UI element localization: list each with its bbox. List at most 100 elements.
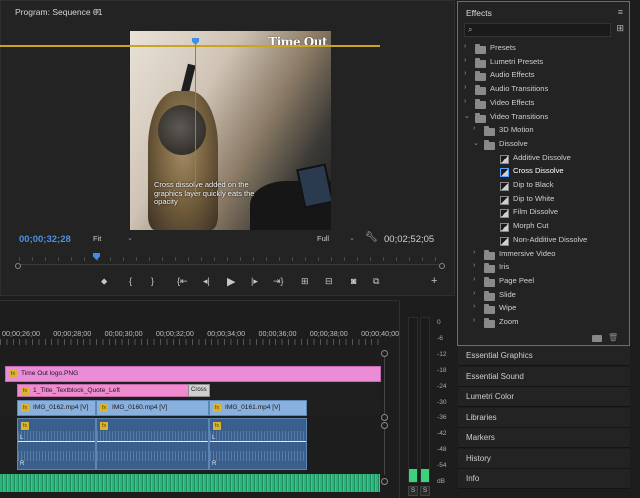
chevron-right-icon[interactable]: › bbox=[464, 57, 466, 64]
tree-item-label: Dissolve bbox=[499, 138, 528, 148]
timeline-ruler[interactable]: 00;00;26;00 00;00;28;00 00;00;30;00 00;00;3… bbox=[0, 323, 399, 345]
chevron-down-icon[interactable]: ⌄ bbox=[473, 139, 479, 147]
ruler-timecode-label: 00;00;38;00 bbox=[309, 329, 348, 338]
chevron-right-icon[interactable]: › bbox=[473, 303, 475, 310]
folder-icon bbox=[475, 98, 486, 109]
resolution-dropdown[interactable]: Full ⌄ bbox=[317, 234, 355, 245]
chevron-right-icon[interactable]: › bbox=[464, 98, 466, 105]
waveform bbox=[18, 451, 95, 461]
play-icon[interactable]: ▶ bbox=[227, 275, 235, 288]
step-forward-icon[interactable]: |▸ bbox=[251, 276, 258, 287]
go-to-in-icon[interactable]: {⇤ bbox=[177, 276, 188, 287]
chevron-right-icon[interactable]: › bbox=[464, 43, 466, 50]
chevron-right-icon[interactable]: › bbox=[473, 290, 475, 297]
effects-tree-item[interactable]: › 3D Motion bbox=[458, 125, 628, 138]
fx-badge: fx bbox=[21, 387, 29, 395]
effects-tree-item[interactable]: Dip to Black bbox=[458, 180, 628, 193]
effects-tree-item[interactable]: Non-Additive Dissolve bbox=[458, 235, 628, 248]
video-clip-2[interactable]: fx IMG_0160.mp4 [V] bbox=[96, 400, 209, 416]
effects-tree-item[interactable]: › Video Effects bbox=[458, 98, 628, 111]
effects-tree-item[interactable]: ⌄ Video Transitions bbox=[458, 112, 628, 125]
side-panel-tab[interactable]: Info bbox=[458, 469, 630, 489]
music-audio-track[interactable] bbox=[0, 474, 380, 492]
effects-tree-item[interactable]: Dip to White bbox=[458, 194, 628, 207]
side-panel-tab[interactable]: Essential Sound bbox=[458, 366, 630, 387]
comparison-view-icon[interactable]: ⧉ bbox=[373, 276, 379, 287]
chevron-right-icon[interactable]: › bbox=[473, 125, 475, 132]
folder-icon bbox=[475, 57, 486, 68]
audio-clip-3[interactable]: fx L R bbox=[209, 418, 307, 470]
chevron-right-icon[interactable]: › bbox=[473, 262, 475, 269]
effects-panel-title[interactable]: Effects bbox=[466, 8, 492, 18]
go-to-out-icon[interactable]: ⇥} bbox=[273, 276, 284, 287]
audio-clip-1[interactable]: fx L R bbox=[17, 418, 96, 470]
side-panel-tab[interactable]: Libraries bbox=[458, 407, 630, 428]
zoom-handle-right[interactable] bbox=[439, 263, 445, 269]
chevron-right-icon[interactable]: › bbox=[464, 70, 466, 77]
effects-tree-item[interactable]: › Iris bbox=[458, 262, 628, 275]
scroll-handle-mid[interactable] bbox=[381, 414, 388, 421]
effects-tree-item[interactable]: › Lumetri Presets bbox=[458, 57, 628, 70]
cross-dissolve-transition[interactable]: Cross bbox=[188, 384, 210, 397]
fit-dropdown[interactable]: Fit ⌄ bbox=[93, 234, 133, 245]
effects-tree-item[interactable]: Additive Dissolve bbox=[458, 153, 628, 166]
meter-scale-label: -48 bbox=[437, 446, 447, 454]
chevron-right-icon[interactable]: › bbox=[464, 84, 466, 91]
side-panel-tab[interactable]: History bbox=[458, 448, 630, 469]
solo-left-button[interactable]: S bbox=[408, 486, 418, 496]
audio-clip-2[interactable]: fx bbox=[96, 418, 209, 470]
extract-icon[interactable]: ⊟ bbox=[325, 276, 333, 287]
meter-scale-label: -6 bbox=[437, 334, 443, 342]
chevron-right-icon[interactable]: › bbox=[473, 317, 475, 324]
scroll-handle-bottom[interactable] bbox=[381, 478, 388, 485]
effects-search-input[interactable]: ⌕ bbox=[464, 23, 611, 37]
lift-icon[interactable]: ⊞ bbox=[301, 276, 309, 287]
export-frame-icon[interactable]: ◙ bbox=[351, 276, 356, 286]
logo-clip[interactable]: fx Time Out logo.PNG bbox=[5, 366, 381, 382]
current-timecode[interactable]: 00;00;32;28 bbox=[19, 234, 71, 245]
step-back-icon[interactable]: ◂| bbox=[203, 276, 210, 287]
transition-effect-icon bbox=[500, 223, 509, 233]
zoom-handle-left[interactable] bbox=[15, 263, 21, 269]
side-panel-tab[interactable]: Markers bbox=[458, 428, 630, 448]
effects-tree-item[interactable]: Cross Dissolve bbox=[458, 166, 628, 179]
add-button-icon[interactable]: + bbox=[431, 275, 437, 287]
hamburger-menu-icon[interactable]: ≡ bbox=[94, 6, 99, 16]
chevron-right-icon[interactable]: › bbox=[473, 276, 475, 283]
audio-track-scrollbar[interactable] bbox=[384, 425, 385, 475]
effects-tree-item[interactable]: Film Dissolve bbox=[458, 207, 628, 220]
solo-right-button[interactable]: S bbox=[420, 486, 430, 496]
effects-tree-item[interactable]: Morph Cut bbox=[458, 221, 628, 234]
chevron-down-icon[interactable]: ⌄ bbox=[464, 112, 470, 120]
program-monitor-title[interactable]: Program: Sequence 01 bbox=[15, 7, 102, 17]
new-custom-bin-icon[interactable]: ⊞ bbox=[616, 23, 624, 34]
side-panel-tab[interactable]: Lumetri Color bbox=[458, 387, 630, 407]
video-track-scrollbar[interactable] bbox=[384, 356, 385, 416]
effects-tree-item[interactable]: ⌄ Dissolve bbox=[458, 139, 628, 152]
hamburger-menu-icon[interactable]: ≡ bbox=[618, 7, 623, 17]
chevron-right-icon[interactable]: › bbox=[473, 249, 475, 256]
effects-tree-item[interactable]: › Wipe bbox=[458, 303, 628, 316]
ruler-timecode-label: 00;00;28;00 bbox=[53, 329, 92, 338]
trash-icon[interactable]: 🗑︎ bbox=[608, 333, 618, 342]
wrench-icon[interactable]: 🔧︎ bbox=[365, 232, 378, 243]
effects-tree-item[interactable]: › Audio Effects bbox=[458, 70, 628, 83]
video-clip-3[interactable]: fx IMG_0161.mp4 [V] bbox=[209, 400, 307, 416]
scroll-handle-top[interactable] bbox=[381, 350, 388, 357]
video-clip-1[interactable]: fx IMG_0162.mp4 [V] bbox=[17, 400, 96, 416]
mark-in-icon[interactable]: { bbox=[129, 276, 132, 286]
new-folder-icon[interactable] bbox=[592, 335, 602, 342]
effects-tree-item[interactable]: › Page Peel bbox=[458, 276, 628, 289]
title-clip[interactable]: fx 1_Title_Textblock_Quote_Left bbox=[17, 384, 189, 397]
effects-tree-item[interactable]: › Immersive Video bbox=[458, 249, 628, 262]
scroll-handle-audio-top[interactable] bbox=[381, 422, 388, 429]
side-panel-tab[interactable]: Essential Graphics bbox=[458, 346, 630, 366]
effects-tree-item[interactable]: › Presets bbox=[458, 43, 628, 56]
effects-tree-item[interactable]: › Slide bbox=[458, 290, 628, 303]
effects-tree-item[interactable]: › Zoom bbox=[458, 317, 628, 330]
scrub-ruler[interactable] bbox=[15, 253, 443, 265]
mark-out-icon[interactable]: } bbox=[151, 276, 154, 286]
work-area-bar[interactable] bbox=[0, 45, 380, 47]
add-marker-icon[interactable]: ⬥ bbox=[101, 276, 107, 287]
effects-tree-item[interactable]: › Audio Transitions bbox=[458, 84, 628, 97]
